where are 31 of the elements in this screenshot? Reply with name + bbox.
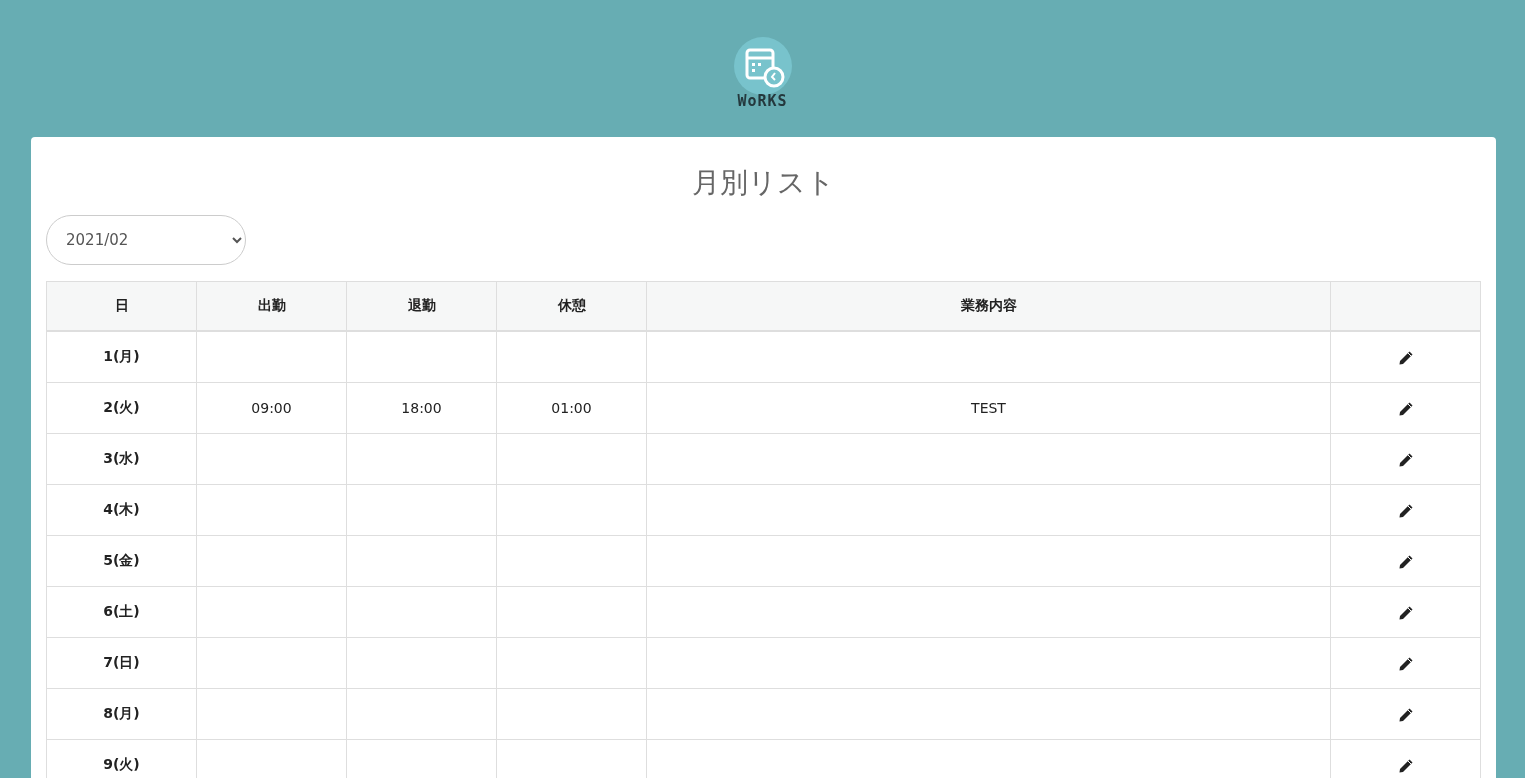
day-cell: 5(金)	[46, 535, 197, 587]
start-time-cell: 09:00	[196, 382, 347, 434]
day-cell: 1(月)	[46, 331, 197, 383]
column-header: 日	[46, 281, 197, 331]
pencil-icon[interactable]	[1397, 349, 1414, 366]
day-cell: 2(火)	[46, 382, 197, 434]
pencil-icon[interactable]	[1397, 706, 1414, 723]
day-cell: 9(火)	[46, 739, 197, 778]
pencil-icon[interactable]	[1397, 655, 1414, 672]
pencil-icon[interactable]	[1397, 757, 1414, 774]
day-cell: 8(月)	[46, 688, 197, 740]
page-title: 月別リスト	[691, 165, 836, 201]
day-cell: 7(日)	[46, 637, 197, 689]
column-header: 休憩	[496, 281, 647, 331]
column-header: 出勤	[196, 281, 347, 331]
pencil-icon[interactable]	[1397, 553, 1414, 570]
day-cell: 6(土)	[46, 586, 197, 638]
logo-text: WoRKS	[737, 92, 788, 109]
pencil-icon[interactable]	[1397, 400, 1414, 417]
pencil-icon[interactable]	[1397, 502, 1414, 519]
work-content-cell: TEST	[646, 382, 1331, 434]
column-header: 業務内容	[646, 281, 1331, 331]
end-time-cell: 18:00	[346, 382, 497, 434]
day-cell: 4(木)	[46, 484, 197, 536]
month-select[interactable]: 2021/02	[46, 215, 246, 265]
column-header: 退勤	[346, 281, 497, 331]
calendar-clock-icon	[733, 36, 792, 95]
day-cell: 3(水)	[46, 433, 197, 485]
break-time-cell: 01:00	[496, 382, 647, 434]
pencil-icon[interactable]	[1397, 604, 1414, 621]
pencil-icon[interactable]	[1397, 451, 1414, 468]
